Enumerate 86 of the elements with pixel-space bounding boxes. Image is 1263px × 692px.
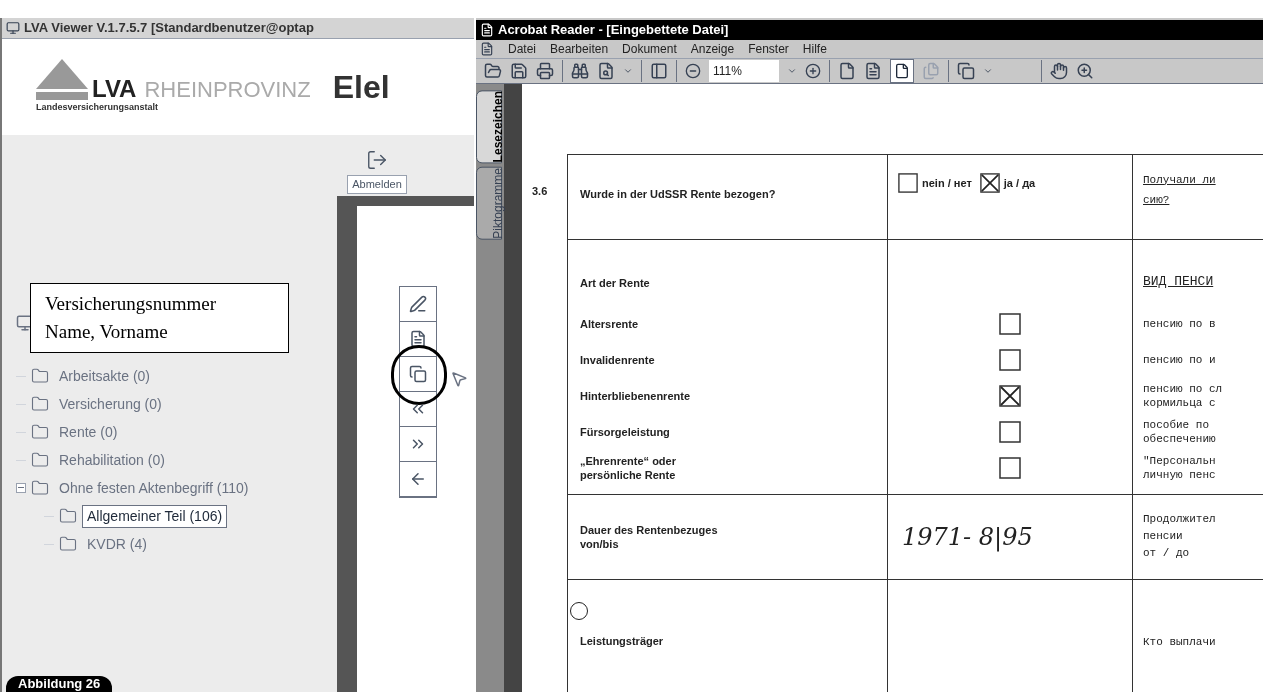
- russian-text: "Персональн: [1143, 453, 1217, 468]
- folder-icon: [30, 367, 50, 385]
- logo-icon: [36, 59, 88, 102]
- option-label: Fürsorgeleistung: [580, 424, 671, 439]
- zoom-icon[interactable]: [1076, 61, 1094, 80]
- question-number: 3.6: [532, 184, 548, 197]
- hand-icon[interactable]: [1050, 61, 1068, 80]
- app-icon: [480, 22, 494, 37]
- logo-region: RHEINPROVINZ: [144, 79, 311, 102]
- zoom-in-icon[interactable]: [805, 62, 821, 79]
- russian-text: пенсию по сл: [1143, 381, 1224, 396]
- tree-item[interactable]: Rente (0): [54, 420, 123, 444]
- tree-item[interactable]: Ohne festen Aktenbegriff (110): [54, 476, 254, 500]
- tree-item[interactable]: Allgemeiner Teil (106): [82, 504, 228, 528]
- folder-icon: [58, 507, 78, 525]
- russian-text: пенсию по в: [1143, 316, 1217, 331]
- field-label: Leistungsträger: [580, 634, 664, 647]
- russian-text: пенсии: [1143, 529, 1184, 544]
- menu-item[interactable]: Dokument: [622, 39, 677, 58]
- zoom-field[interactable]: 111%: [709, 59, 779, 82]
- russian-text: личную пенс: [1143, 467, 1217, 482]
- field-label: Dauer des Rentenbezuges: [580, 522, 719, 537]
- app-icon: [6, 21, 20, 35]
- fit-width-button[interactable]: [890, 58, 914, 83]
- folder-icon: [30, 395, 50, 413]
- field-label: von/bis: [580, 536, 620, 551]
- logo-subtitle: Landesversicherungsanstalt: [36, 101, 160, 115]
- tree-item[interactable]: KVDR (4): [82, 532, 152, 556]
- annotation-text: Name, Vorname: [45, 320, 169, 344]
- option-label: „Ehrenrente“ oder: [580, 453, 677, 468]
- folder-icon: [30, 451, 50, 469]
- document-icon: [480, 41, 494, 56]
- menu-item[interactable]: Hilfe: [802, 39, 827, 58]
- binoculars-icon[interactable]: [571, 61, 589, 80]
- russian-text: пособие по: [1143, 417, 1210, 432]
- pen-icon: [409, 294, 427, 313]
- option-label: ja / да: [1003, 175, 1036, 190]
- logout-icon: [366, 149, 388, 171]
- option-label: nein / нет: [922, 175, 972, 190]
- tree-item[interactable]: Versicherung (0): [54, 392, 167, 416]
- question-text: Wurde in der UdSSR Rente bezogen?: [580, 187, 776, 200]
- russian-text: от / до: [1143, 546, 1191, 561]
- russian-text: обеспечению: [1143, 431, 1217, 446]
- folder-icon: [30, 423, 50, 441]
- search-icon[interactable]: [597, 61, 615, 80]
- save-icon[interactable]: [510, 61, 528, 80]
- panel-icon[interactable]: [650, 61, 668, 80]
- russian-text: Продолжител: [1143, 512, 1217, 527]
- copy-icon: [409, 364, 427, 383]
- window-title: Acrobat Reader - [Eingebettete Datei]: [498, 21, 729, 39]
- page-icon: [409, 329, 427, 348]
- menu-item[interactable]: Bearbeiten: [550, 39, 609, 58]
- russian-heading: ВИД ПЕНСИ: [1143, 273, 1214, 289]
- figure-caption: Abbildung 26: [6, 676, 113, 692]
- page-icon[interactable]: [838, 61, 856, 80]
- logo-brand: LVA: [92, 77, 137, 102]
- tree-item[interactable]: Rehabilitation (0): [54, 448, 170, 472]
- copy-icon[interactable]: [957, 61, 975, 80]
- menu-item[interactable]: Anzeige: [690, 39, 735, 58]
- zoom-out-icon[interactable]: [685, 62, 701, 79]
- logout-button[interactable]: Abmelden: [347, 175, 407, 194]
- russian-text: кормильца с: [1143, 395, 1217, 410]
- tree-item[interactable]: Arbeitsakte (0): [54, 364, 156, 388]
- russian-text: пенсию по и: [1143, 352, 1217, 367]
- side-tab[interactable]: Lesezeichen: [476, 89, 502, 163]
- page-icon[interactable]: [864, 61, 882, 80]
- option-label: Hinterbliebenenrente: [580, 388, 692, 403]
- collapse-toggle[interactable]: [16, 483, 26, 493]
- open-icon[interactable]: [484, 61, 502, 80]
- option-label: persönliche Rente: [580, 467, 677, 482]
- option-label: Invalidenrente: [580, 352, 656, 367]
- print-icon[interactable]: [536, 61, 554, 80]
- menu-item[interactable]: Datei: [508, 39, 536, 58]
- folder-icon: [58, 535, 78, 553]
- handwritten-entry: 1971- 8|95: [902, 521, 1033, 554]
- annotation-text: Versicherungsnummer: [45, 292, 217, 316]
- menu-item[interactable]: Fenster: [748, 39, 789, 58]
- section-heading: Art der Rente: [580, 276, 650, 289]
- russian-text: сию?: [1143, 192, 1171, 207]
- page-heading: Elel: [332, 68, 390, 107]
- option-label: Altersrente: [580, 316, 640, 331]
- page-icon: [894, 62, 910, 79]
- window-title: LVA Viewer V.1.7.5.7 [Standardbenutzer@optap: [24, 19, 314, 38]
- folder-icon: [30, 479, 50, 497]
- russian-text: Получали ли: [1143, 172, 1217, 187]
- russian-text: Кто выплачи: [1143, 635, 1216, 648]
